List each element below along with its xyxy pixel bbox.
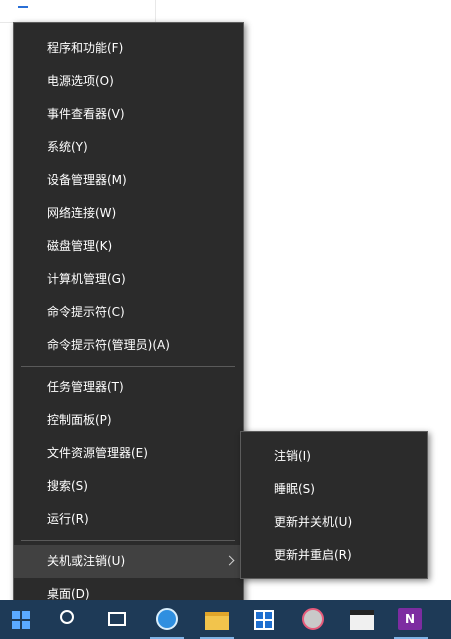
clapper-icon[interactable] xyxy=(350,610,374,630)
menu-item-run[interactable]: 运行(R) xyxy=(14,503,243,536)
submenu-item-sign-out[interactable]: 注销(I) xyxy=(241,440,427,473)
search-icon[interactable] xyxy=(60,610,74,624)
chevron-right-icon xyxy=(224,555,235,566)
taskbar: N xyxy=(0,600,451,639)
menu-item-command-prompt[interactable]: 命令提示符(C) xyxy=(14,296,243,329)
submenu-item-update-shutdown[interactable]: 更新并关机(U) xyxy=(241,506,427,539)
menu-item-search[interactable]: 搜索(S) xyxy=(14,470,243,503)
background-window xyxy=(0,0,156,23)
browser-icon[interactable] xyxy=(156,608,178,630)
menu-separator xyxy=(21,366,235,367)
menu-item-disk-management[interactable]: 磁盘管理(K) xyxy=(14,230,243,263)
submenu-item-update-restart[interactable]: 更新并重启(R) xyxy=(241,539,427,572)
menu-item-power-options[interactable]: 电源选项(O) xyxy=(14,65,243,98)
menu-item-file-explorer[interactable]: 文件资源管理器(E) xyxy=(14,437,243,470)
menu-item-programs-features[interactable]: 程序和功能(F) xyxy=(14,32,243,65)
menu-item-system[interactable]: 系统(Y) xyxy=(14,131,243,164)
file-explorer-icon[interactable] xyxy=(205,612,229,630)
menu-item-event-viewer[interactable]: 事件查看器(V) xyxy=(14,98,243,131)
menu-item-label: 关机或注销(U) xyxy=(47,554,126,568)
shutdown-submenu: 注销(I) 睡眠(S) 更新并关机(U) 更新并重启(R) xyxy=(240,431,428,579)
window-glyph-icon xyxy=(18,0,28,8)
menu-item-task-manager[interactable]: 任务管理器(T) xyxy=(14,371,243,404)
submenu-item-sleep[interactable]: 睡眠(S) xyxy=(241,473,427,506)
menu-item-computer-management[interactable]: 计算机管理(G) xyxy=(14,263,243,296)
onenote-icon[interactable]: N xyxy=(398,608,422,630)
store-icon[interactable] xyxy=(254,610,274,630)
task-view-icon[interactable] xyxy=(108,612,126,626)
menu-item-network-connections[interactable]: 网络连接(W) xyxy=(14,197,243,230)
tool-icon[interactable] xyxy=(302,608,324,630)
menu-separator xyxy=(21,540,235,541)
power-user-menu: 程序和功能(F) 电源选项(O) 事件查看器(V) 系统(Y) 设备管理器(M)… xyxy=(13,22,244,618)
menu-item-device-manager[interactable]: 设备管理器(M) xyxy=(14,164,243,197)
menu-item-command-prompt-admin[interactable]: 命令提示符(管理员)(A) xyxy=(14,329,243,362)
menu-item-control-panel[interactable]: 控制面板(P) xyxy=(14,404,243,437)
menu-item-shutdown-signout[interactable]: 关机或注销(U) xyxy=(14,545,243,578)
start-icon[interactable] xyxy=(12,611,30,629)
